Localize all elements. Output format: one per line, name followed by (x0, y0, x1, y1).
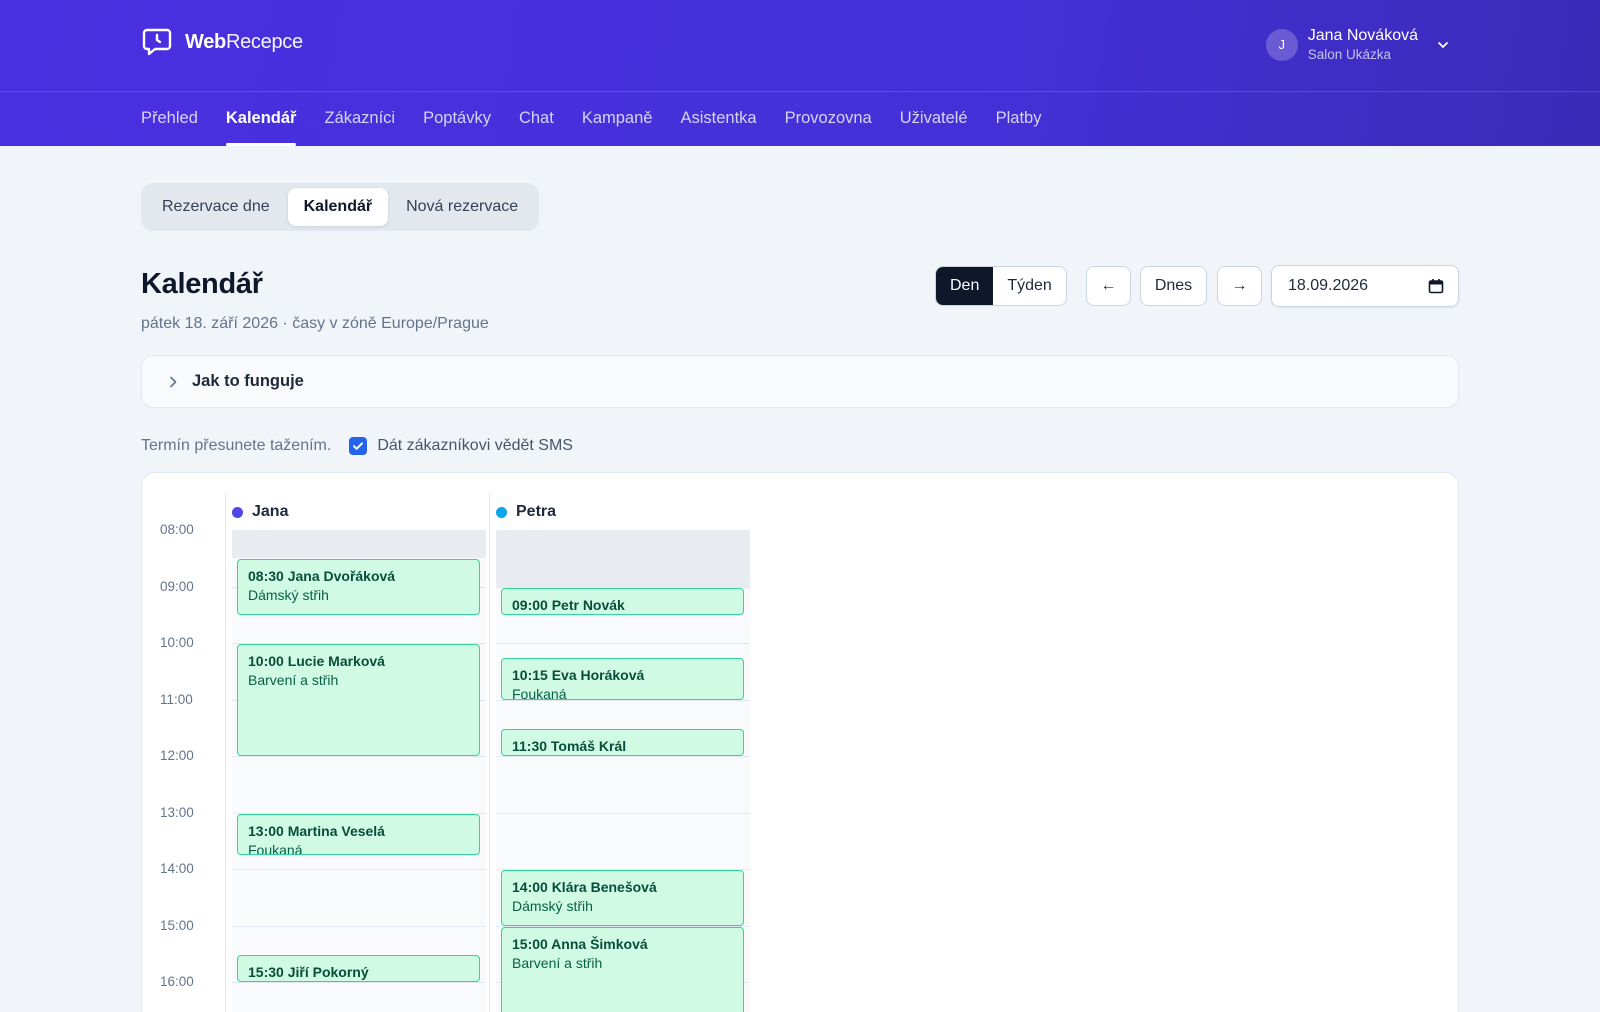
appointment-title: 10:00 Lucie Marková (248, 653, 385, 669)
staff-color-dot (496, 506, 507, 518)
time-label: 08:00 (160, 522, 194, 537)
chat-clock-logo-icon (142, 28, 172, 56)
day-calendar: 08:00 09:00 10:00 11:00 12:00 13:00 14:00 15:00… (141, 472, 1459, 1012)
salon-name: Salon Ukázka (1307, 47, 1391, 63)
hour-gridline (496, 699, 750, 701)
date-picker-input[interactable]: 18.09.2026 (1271, 265, 1459, 307)
top-header: WebRecepce J Jana Nováková Salon Ukázka … (0, 0, 1600, 146)
staff-color-dot (232, 506, 243, 518)
nav-item-asistentka[interactable]: Asistentka (680, 92, 756, 146)
appointment-title: 10:15 Eva Horáková (512, 667, 645, 684)
sms-notify-option[interactable]: Dát zákazníkovi vědět SMS (349, 437, 573, 455)
hour-gridline (232, 869, 486, 870)
drag-hint-row: Termín přesunete tažením. Dát zákazníkov… (141, 437, 573, 455)
appointment-service: Foukaná (512, 686, 567, 700)
appointment-title: 09:00 Petr Novák (512, 596, 625, 613)
date-value: 18.09.2026 (1288, 277, 1369, 294)
subtab-rezervace-dne[interactable]: Rezervace dne (146, 188, 286, 226)
time-label: 09:00 (160, 578, 194, 594)
nav-item-poptavky[interactable]: Poptávky (423, 92, 491, 146)
time-label: 13:00 (160, 804, 194, 820)
nav-item-kalendar[interactable]: Kalendář (225, 92, 296, 146)
calendar-subtabs: Rezervace dne Kalendář Nová rezervace (141, 183, 540, 231)
appointment-service: Dámský střih (512, 898, 593, 914)
view-day-button[interactable]: Den (936, 267, 994, 305)
main-nav: Přehled Kalendář Zákazníci Poptávky Chat Kamp… (141, 92, 1041, 146)
staff-header: Jana (232, 503, 288, 521)
nav-item-prehled[interactable]: Přehled (141, 92, 198, 146)
avatar: J (1265, 28, 1298, 61)
how-it-works-toggle[interactable]: Jak to funguje (141, 355, 1459, 408)
appointment-title: 15:30 Jiří Pokorný (248, 963, 369, 980)
nav-item-zakaznici[interactable]: Zákazníci (324, 92, 395, 146)
time-label: 11:00 (160, 691, 193, 707)
check-icon (353, 442, 364, 450)
prev-day-button[interactable]: ← (1086, 266, 1131, 306)
appointment-title: 11:30 Tomáš Král (512, 737, 627, 754)
appointment-card[interactable]: 14:00 Klára Benešová Dámský střih (501, 870, 744, 926)
subtab-kalendar[interactable]: Kalendář (287, 188, 389, 226)
page-title: Kalendář (141, 268, 263, 300)
calendar-icon[interactable] (1428, 278, 1444, 294)
drag-hint-text: Termín přesunete tažením. (141, 437, 332, 454)
column-separator (489, 493, 490, 1012)
user-menu[interactable]: J Jana Nováková Salon Ukázka (1265, 26, 1450, 63)
appointment-title: 08:30 Jana Dvořáková (248, 568, 396, 585)
appointment-card[interactable]: 10:00 Lucie Marková Barvení a střih (237, 644, 480, 756)
appointment-card[interactable]: 09:00 Petr Novák (501, 587, 744, 615)
appointment-card[interactable]: 11:30 Tomáš Král (501, 728, 744, 756)
user-name: Jana Nováková (1307, 27, 1418, 44)
chevron-down-icon[interactable] (1436, 38, 1450, 52)
closed-slot (496, 530, 750, 587)
appointment-card[interactable]: 08:30 Jana Dvořáková Dámský střih (237, 559, 480, 615)
view-toggle: Den Týden (935, 266, 1067, 306)
today-button[interactable]: Dnes (1140, 266, 1207, 306)
staff-column-petra: 09:00 Petr Novák 10:15 Eva Horáková Foukan… (496, 530, 750, 1012)
view-week-button[interactable]: Týden (993, 267, 1065, 305)
appointment-title: 13:00 Martina Veselá (248, 822, 385, 839)
appointment-title: 14:00 Klára Benešová (512, 879, 657, 895)
appointment-service: Barvení a střih (248, 672, 339, 688)
appointment-title: 15:00 Anna Šimková (512, 935, 648, 952)
time-label: 10:00 (160, 635, 194, 650)
staff-header: Petra (496, 503, 556, 521)
page-subtitle: pátek 18. září 2026 · časy v zóně Europe… (141, 315, 489, 332)
appointment-service: Foukaná (248, 841, 303, 855)
appointment-card[interactable]: 15:00 Anna Šimková Barvení a střih (501, 926, 744, 1012)
nav-item-chat[interactable]: Chat (519, 92, 554, 146)
hour-gridline (232, 925, 486, 927)
hour-gridline (232, 982, 486, 983)
sms-notify-checkbox[interactable] (349, 437, 368, 455)
nav-item-provozovna[interactable]: Provozovna (785, 92, 872, 146)
closed-slot (232, 530, 486, 559)
nav-item-uzivatele[interactable]: Uživatelé (900, 92, 968, 146)
hour-gridline (232, 756, 486, 757)
hour-gridline (496, 643, 750, 644)
nav-item-kampane[interactable]: Kampaně (582, 92, 653, 146)
time-label: 15:00 (160, 917, 194, 933)
how-it-works-label: Jak to funguje (192, 372, 304, 390)
time-label: 16:00 (160, 974, 194, 989)
appointment-card[interactable]: 10:15 Eva Horáková Foukaná (501, 658, 744, 700)
hour-gridline (496, 756, 750, 757)
column-separator (225, 493, 226, 1012)
staff-name: Petra (516, 503, 557, 520)
appointment-service: Dámský střih (248, 587, 329, 604)
staff-column-jana: 08:30 Jana Dvořáková Dámský střih 10:00 Lu… (232, 530, 486, 1012)
brand-name: WebRecepce (185, 30, 303, 53)
next-day-button[interactable]: → (1217, 266, 1262, 306)
chevron-right-icon (170, 376, 177, 387)
appointment-card[interactable]: 15:30 Jiří Pokorný (237, 954, 480, 982)
hour-gridline (496, 812, 750, 814)
brand-logo[interactable]: WebRecepce (141, 26, 303, 58)
nav-item-platby[interactable]: Platby (996, 92, 1042, 146)
time-label: 14:00 (160, 861, 194, 876)
staff-name: Jana (252, 503, 289, 520)
subtab-nova-rezervace[interactable]: Nová rezervace (390, 188, 534, 226)
appointment-card[interactable]: 13:00 Martina Veselá Foukaná (237, 813, 480, 855)
appointment-service: Barvení a střih (512, 954, 603, 971)
sms-notify-label: Dát zákazníkovi vědět SMS (377, 437, 573, 454)
time-label: 12:00 (160, 748, 194, 763)
